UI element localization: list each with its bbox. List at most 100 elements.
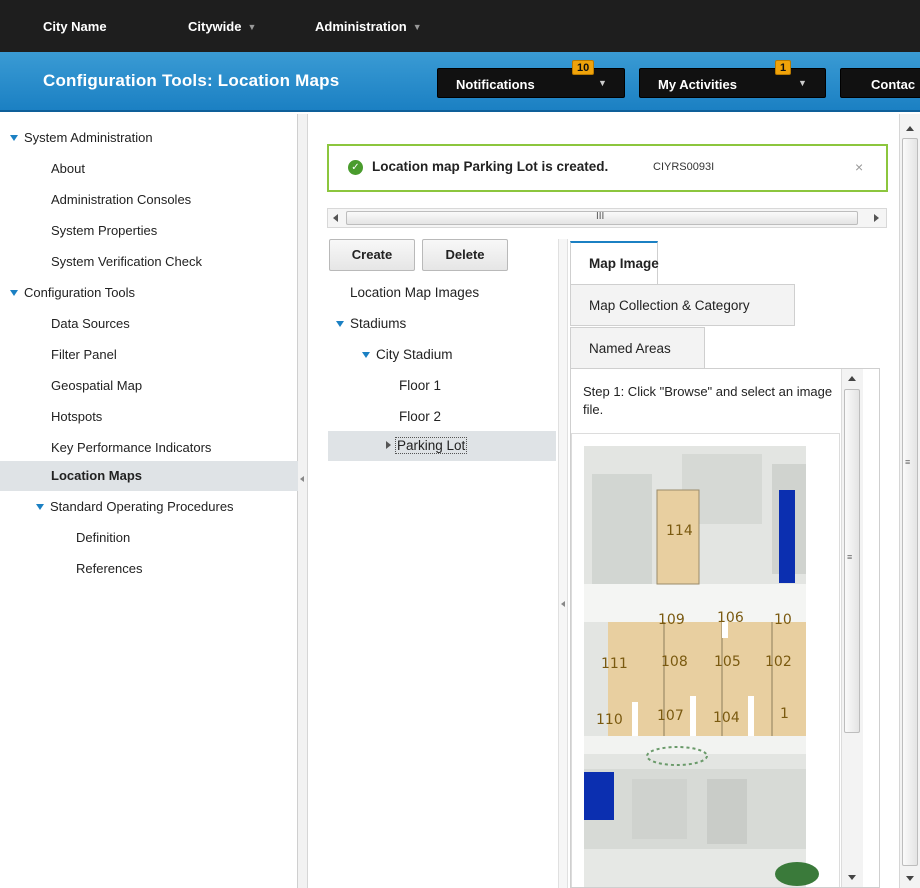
scroll-right-icon[interactable] xyxy=(874,214,879,222)
left-nav-panel: System Administration About Administrati… xyxy=(0,114,298,888)
scroll-down-icon[interactable] xyxy=(906,876,914,881)
nav-label: Configuration Tools xyxy=(24,285,136,300)
nav-label: Location Maps xyxy=(51,468,143,483)
tree-item-floor-1[interactable]: Floor 1 xyxy=(328,371,556,401)
scroll-left-icon[interactable] xyxy=(333,214,338,222)
success-message: ✓ Location map Parking Lot is created. C… xyxy=(327,144,888,192)
page-header: Configuration Tools: Location Maps Notif… xyxy=(0,52,920,112)
collapse-left-icon[interactable] xyxy=(561,601,565,607)
nav-label: Data Sources xyxy=(51,316,130,331)
message-code: CIYRS0093I xyxy=(653,161,715,173)
nav-data-sources[interactable]: Data Sources xyxy=(0,309,298,339)
contact-button[interactable]: Contac xyxy=(840,68,920,98)
step-instruction: Step 1: Click "Browse" and select an ima… xyxy=(583,384,833,417)
expand-icon xyxy=(362,352,370,358)
create-button[interactable]: Create xyxy=(329,239,415,271)
tab-named-areas[interactable]: Named Areas xyxy=(570,327,705,369)
nav-filter-panel[interactable]: Filter Panel xyxy=(0,340,298,370)
message-text: Location map Parking Lot is created. xyxy=(372,159,609,174)
map-area-label: 110 xyxy=(596,712,623,728)
map-area-label: 107 xyxy=(657,708,684,724)
delete-button[interactable]: Delete xyxy=(422,239,508,271)
chevron-down-icon: ▼ xyxy=(247,22,257,32)
tree-item-city-stadium[interactable]: City Stadium xyxy=(328,340,556,370)
my-activities-button[interactable]: My Activities 1 ▼ xyxy=(639,60,826,98)
administration-label: Administration xyxy=(315,19,407,34)
map-area-label: 102 xyxy=(765,654,792,670)
scrollbar-thumb[interactable] xyxy=(902,138,918,866)
page-vertical-scrollbar[interactable]: ≡ xyxy=(899,114,920,888)
administration-menu[interactable]: Administration ▼ xyxy=(315,19,422,34)
tree-label: Floor 1 xyxy=(399,378,442,393)
map-area-label: 109 xyxy=(658,612,685,628)
tab-map-image[interactable]: Map Image xyxy=(570,241,659,285)
nav-key-performance-indicators[interactable]: Key Performance Indicators xyxy=(0,433,298,463)
activities-count-badge: 1 xyxy=(775,60,792,75)
nav-location-maps[interactable]: Location Maps xyxy=(0,461,298,491)
nav-label: References xyxy=(76,561,143,576)
nav-label: System Properties xyxy=(51,223,158,238)
notifications-label: Notifications xyxy=(456,77,535,92)
nav-administration-consoles[interactable]: Administration Consoles xyxy=(0,185,298,215)
tree-item-floor-2[interactable]: Floor 2 xyxy=(328,402,556,432)
left-panel-splitter[interactable] xyxy=(298,114,308,888)
scroll-up-icon[interactable] xyxy=(906,126,914,131)
tree-item-stadiums[interactable]: Stadiums xyxy=(328,309,556,339)
my-activities-label: My Activities xyxy=(658,77,737,92)
nav-label: System Administration xyxy=(24,130,153,145)
nav-label: Key Performance Indicators xyxy=(51,440,212,455)
map-area-label: 108 xyxy=(661,654,688,670)
map-image-panel: Step 1: Click "Browse" and select an ima… xyxy=(570,368,880,888)
chevron-down-icon: ▼ xyxy=(598,78,607,88)
nav-system-administration[interactable]: System Administration xyxy=(0,123,298,153)
map-image-preview: 114 109 106 10 111 108 105 102 110 107 1… xyxy=(571,433,840,887)
nav-label: About xyxy=(51,161,85,176)
nav-label: Geospatial Map xyxy=(51,378,143,393)
nav-label: System Verification Check xyxy=(51,254,203,269)
top-nav-bar: City Name Citywide ▼ Administration ▼ xyxy=(0,0,920,52)
tree-label: Stadiums xyxy=(350,316,407,331)
close-icon[interactable]: × xyxy=(855,159,863,175)
main-content: ✓ Location map Parking Lot is created. C… xyxy=(309,114,899,888)
map-area-label: 111 xyxy=(601,656,628,672)
citywide-menu[interactable]: Citywide ▼ xyxy=(188,19,256,34)
scroll-down-icon[interactable] xyxy=(848,875,856,880)
map-area-label: 104 xyxy=(713,710,740,726)
chevron-down-icon: ▼ xyxy=(798,78,807,88)
chevron-down-icon: ▼ xyxy=(412,22,422,32)
nav-definition[interactable]: Definition xyxy=(0,523,298,553)
expand-icon xyxy=(10,290,18,296)
scroll-up-icon[interactable] xyxy=(848,376,856,381)
collapse-left-icon[interactable] xyxy=(300,476,304,482)
nav-about[interactable]: About xyxy=(0,154,298,184)
nav-configuration-tools[interactable]: Configuration Tools xyxy=(0,278,298,308)
tab-map-collection-category[interactable]: Map Collection & Category xyxy=(570,284,795,326)
nav-standard-operating-procedures[interactable]: Standard Operating Procedures xyxy=(0,492,298,522)
panel-vertical-scrollbar[interactable]: ≡ xyxy=(841,369,863,887)
tree-root[interactable]: Location Map Images xyxy=(328,278,556,308)
expand-icon xyxy=(336,321,344,327)
nav-hotspots[interactable]: Hotspots xyxy=(0,402,298,432)
nav-system-properties[interactable]: System Properties xyxy=(0,216,298,246)
brand-name[interactable]: City Name xyxy=(43,19,107,34)
nav-geospatial-map[interactable]: Geospatial Map xyxy=(0,371,298,401)
middle-splitter[interactable] xyxy=(558,239,568,888)
expand-icon xyxy=(36,504,44,510)
nav-label: Hotspots xyxy=(51,409,103,424)
nav-system-verification-check[interactable]: System Verification Check xyxy=(0,247,298,277)
nav-label: Definition xyxy=(76,530,131,545)
notifications-button[interactable]: Notifications 10 ▼ xyxy=(437,60,625,98)
tree-item-parking-lot[interactable]: Parking Lot xyxy=(328,431,556,461)
horizontal-scrollbar[interactable]: III xyxy=(327,208,887,228)
map-area-label: 114 xyxy=(666,523,693,539)
map-area-label: 106 xyxy=(717,610,744,626)
nav-label: Standard Operating Procedures xyxy=(50,499,234,514)
citywide-label: Citywide xyxy=(188,19,242,34)
nav-label: Filter Panel xyxy=(51,347,117,362)
nav-references[interactable]: References xyxy=(0,554,298,584)
expand-icon xyxy=(10,135,18,141)
check-circle-icon: ✓ xyxy=(348,160,363,175)
map-area-label: 105 xyxy=(714,654,741,670)
expand-right-icon xyxy=(386,441,391,449)
tree-label: Floor 2 xyxy=(399,409,442,424)
